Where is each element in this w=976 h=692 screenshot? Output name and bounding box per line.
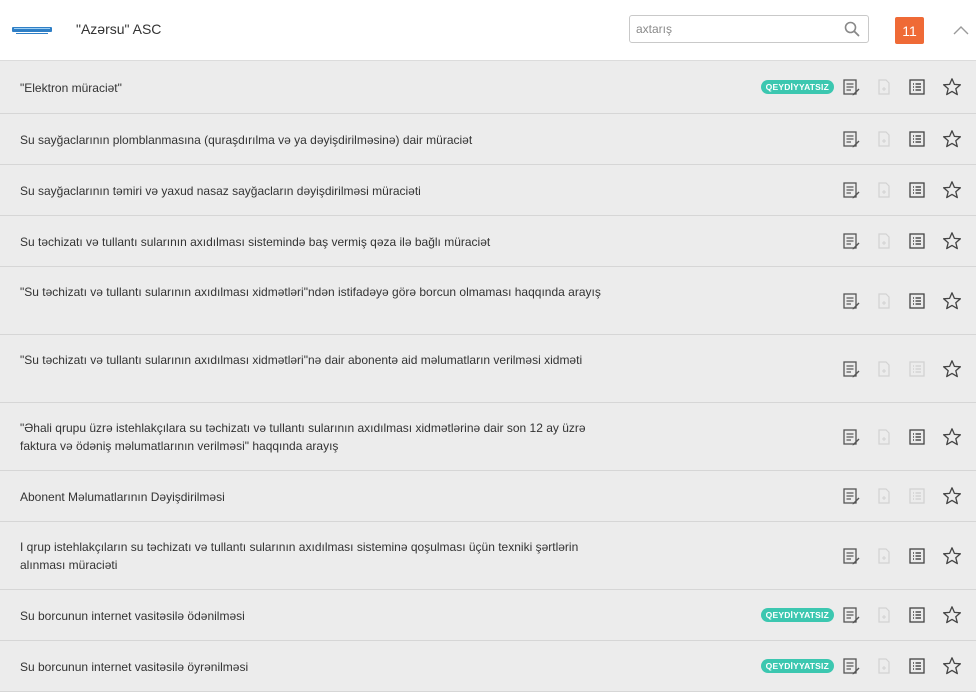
service-title[interactable]: Su sayğaclarının təmiri və yaxud nasaz s… <box>20 182 620 200</box>
pdf-document-icon <box>875 78 893 96</box>
edit-application-icon[interactable] <box>842 292 860 310</box>
details-list-icon[interactable] <box>908 292 926 310</box>
details-list-icon <box>908 487 926 505</box>
favorite-star-icon[interactable] <box>942 656 962 676</box>
pdf-document-icon <box>875 292 893 310</box>
azersu-logo[interactable] <box>12 24 52 36</box>
edit-application-icon[interactable] <box>842 547 860 565</box>
service-title[interactable]: "Elektron müraciət" <box>20 79 620 97</box>
edit-application-icon[interactable] <box>842 487 860 505</box>
unregistered-badge: QEYDİYYATSIZ <box>760 80 834 94</box>
row-actions <box>842 231 962 251</box>
edit-application-icon[interactable] <box>842 606 860 624</box>
unregistered-badge: QEYDİYYATSIZ <box>760 608 834 622</box>
favorite-star-icon[interactable] <box>942 129 962 149</box>
service-row[interactable]: "Əhali qrupu üzrə istehlakçılara su təch… <box>0 403 976 471</box>
row-actions <box>842 546 962 566</box>
favorite-star-icon[interactable] <box>942 180 962 200</box>
details-list-icon[interactable] <box>908 232 926 250</box>
details-list-icon <box>908 360 926 378</box>
edit-application-icon[interactable] <box>842 428 860 446</box>
service-row[interactable]: Abonent Məlumatlarının Dəyişdirilməsi <box>0 471 976 522</box>
search-box <box>629 15 869 43</box>
pdf-document-icon <box>875 360 893 378</box>
service-row[interactable]: Su sayğaclarının təmiri və yaxud nasaz s… <box>0 165 976 216</box>
favorite-star-icon[interactable] <box>942 291 962 311</box>
service-title[interactable]: "Su təchizatı və tullantı sularının axıd… <box>20 351 620 369</box>
service-row[interactable]: "Elektron müraciət" QEYDİYYATSIZ <box>0 61 976 114</box>
favorite-star-icon[interactable] <box>942 231 962 251</box>
service-title[interactable]: Abonent Məlumatlarının Dəyişdirilməsi <box>20 488 620 506</box>
service-row[interactable]: Su təchizatı və tullantı sularının axıdı… <box>0 216 976 267</box>
edit-application-icon[interactable] <box>842 657 860 675</box>
details-list-icon[interactable] <box>908 657 926 675</box>
service-title[interactable]: "Əhali qrupu üzrə istehlakçılara su təch… <box>20 419 620 455</box>
row-actions: QEYDİYYATSIZ <box>760 77 962 97</box>
details-list-icon[interactable] <box>908 547 926 565</box>
row-actions <box>842 291 962 311</box>
service-title[interactable]: I qrup istehlakçıların su təchizatı və t… <box>20 538 620 574</box>
service-title[interactable]: Su borcunun internet vasitəsilə öyrənilm… <box>20 658 620 676</box>
row-actions <box>842 427 962 447</box>
pdf-document-icon <box>875 181 893 199</box>
service-list: "Elektron müraciət" QEYDİYYATSIZ Su sayğac… <box>0 61 976 692</box>
unregistered-badge: QEYDİYYATSIZ <box>760 659 834 673</box>
edit-application-icon[interactable] <box>842 78 860 96</box>
chevron-up-icon[interactable] <box>950 20 972 40</box>
favorite-star-icon[interactable] <box>942 77 962 97</box>
service-row[interactable]: I qrup istehlakçıların su təchizatı və t… <box>0 522 976 590</box>
details-list-icon[interactable] <box>908 606 926 624</box>
org-title: "Azərsu" ASC <box>76 21 162 37</box>
favorite-star-icon[interactable] <box>942 359 962 379</box>
favorite-star-icon[interactable] <box>942 605 962 625</box>
service-title[interactable]: "Su təchizatı və tullantı sularının axıd… <box>20 283 620 301</box>
row-actions <box>842 486 962 506</box>
edit-application-icon[interactable] <box>842 360 860 378</box>
service-title[interactable]: Su təchizatı və tullantı sularının axıdı… <box>20 233 620 251</box>
details-list-icon[interactable] <box>908 78 926 96</box>
count-badge[interactable]: 11 <box>895 17 924 44</box>
pdf-document-icon <box>875 657 893 675</box>
pdf-document-icon <box>875 487 893 505</box>
details-list-icon[interactable] <box>908 130 926 148</box>
pdf-document-icon <box>875 428 893 446</box>
search-icon[interactable] <box>844 21 860 37</box>
service-title[interactable]: Su borcunun internet vasitəsilə ödənilmə… <box>20 607 620 625</box>
service-row[interactable]: Su borcunun internet vasitəsilə ödənilmə… <box>0 590 976 641</box>
search-input[interactable] <box>630 16 847 42</box>
pdf-document-icon <box>875 547 893 565</box>
row-actions <box>842 180 962 200</box>
row-actions <box>842 359 962 379</box>
service-title[interactable]: Su sayğaclarının plomblanmasına (quraşdı… <box>20 131 620 149</box>
pdf-document-icon <box>875 232 893 250</box>
pdf-document-icon <box>875 606 893 624</box>
service-row[interactable]: "Su təchizatı və tullantı sularının axıd… <box>0 267 976 335</box>
row-actions: QEYDİYYATSIZ <box>760 656 962 676</box>
header: "Azərsu" ASC 11 <box>0 0 976 61</box>
edit-application-icon[interactable] <box>842 181 860 199</box>
service-row[interactable]: Su sayğaclarının plomblanmasına (quraşdı… <box>0 114 976 165</box>
row-actions <box>842 129 962 149</box>
favorite-star-icon[interactable] <box>942 427 962 447</box>
details-list-icon[interactable] <box>908 181 926 199</box>
edit-application-icon[interactable] <box>842 130 860 148</box>
favorite-star-icon[interactable] <box>942 486 962 506</box>
edit-application-icon[interactable] <box>842 232 860 250</box>
details-list-icon[interactable] <box>908 428 926 446</box>
pdf-document-icon <box>875 130 893 148</box>
service-row[interactable]: "Su təchizatı və tullantı sularının axıd… <box>0 335 976 403</box>
service-row[interactable]: Su borcunun internet vasitəsilə öyrənilm… <box>0 641 976 692</box>
favorite-star-icon[interactable] <box>942 546 962 566</box>
row-actions: QEYDİYYATSIZ <box>760 605 962 625</box>
